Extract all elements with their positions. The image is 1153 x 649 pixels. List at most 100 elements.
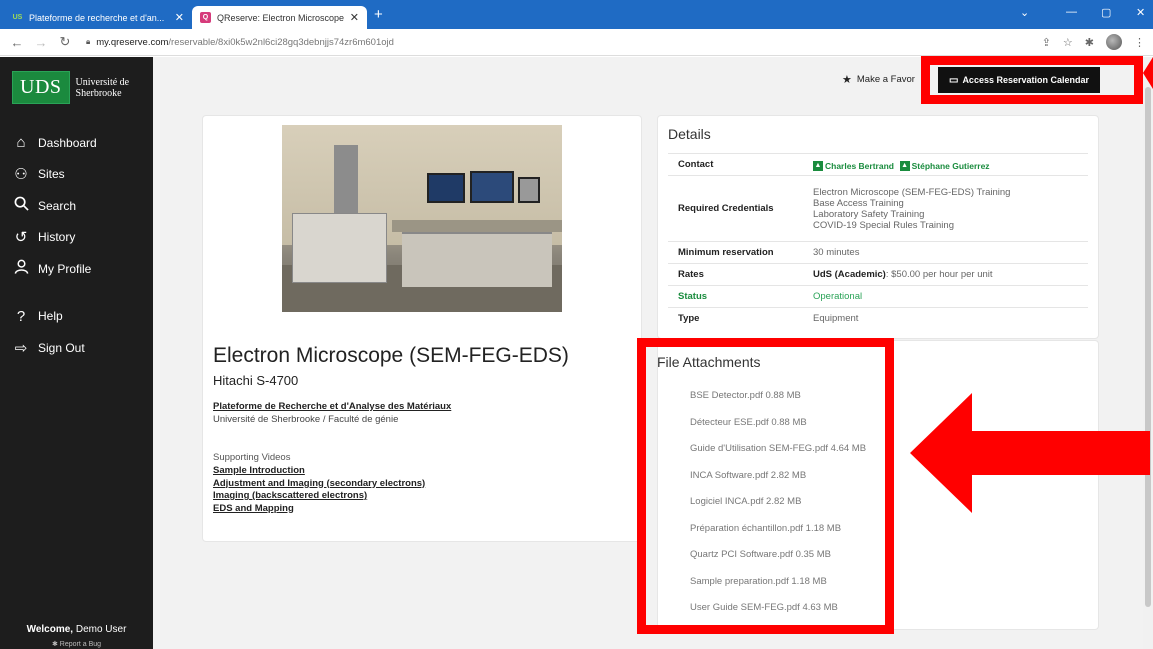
rates-value: UdS (Academic): $50.00 per hour per unit xyxy=(803,263,1088,286)
menu-kebab-icon[interactable]: ⋮ xyxy=(1134,36,1145,49)
tab-search-icon[interactable]: ⌄ xyxy=(1020,6,1029,19)
details-row-status: Status Operational xyxy=(668,285,1088,308)
search-icon xyxy=(12,196,30,215)
contact-link[interactable]: ▲ Stéphane Gutierrez xyxy=(899,160,990,171)
tab-label: Plateforme de recherche et d'an... xyxy=(29,12,165,23)
close-tab-icon[interactable]: ✕ xyxy=(175,11,184,24)
annotation-arrow-icon xyxy=(910,393,1150,513)
logo-mark: UDS xyxy=(12,71,70,104)
minimum-value: 30 minutes xyxy=(803,241,1088,264)
sidebar-item-label: Help xyxy=(38,309,63,324)
rates-amount: : $50.00 per hour per unit xyxy=(885,269,993,280)
url-field[interactable]: 🔒︎ my.qreserve.com/reservable/8xi0k5w2nl… xyxy=(86,37,394,48)
rates-label: Rates xyxy=(668,263,803,286)
report-bug-label: Report a Bug xyxy=(59,641,102,648)
extensions-icon[interactable]: ✱ xyxy=(1085,36,1094,49)
status-label: Status xyxy=(668,285,803,308)
sign-out-icon: ⇨ xyxy=(14,339,28,357)
lock-icon: 🔒︎ xyxy=(86,37,91,46)
make-favorite-button[interactable]: ★ Make a Favor xyxy=(842,73,915,86)
udes-favicon-icon: US xyxy=(12,14,23,21)
photo-monitor xyxy=(427,173,465,203)
sites-icon: ⚇ xyxy=(14,166,28,184)
sidebar-item-search[interactable]: Search xyxy=(0,190,153,222)
scrollbar-thumb[interactable] xyxy=(1145,87,1151,607)
details-table: Contact ▲ Charles Bertrand ▲ Stéphane Guti… xyxy=(668,153,1088,330)
make-favorite-label: Make a Favor xyxy=(856,74,915,85)
credential-item: Laboratory Safety Training xyxy=(813,208,925,220)
sidebar-item-history[interactable]: ↺ History xyxy=(0,222,153,254)
sidebar-item-sign-out[interactable]: ⇨ Sign Out xyxy=(0,332,153,364)
video-link[interactable]: Adjustment and Imaging (secondary electr… xyxy=(213,478,425,491)
video-link[interactable]: EDS and Mapping xyxy=(213,503,425,516)
supporting-videos-heading: Supporting Videos xyxy=(213,452,291,463)
minimum-label: Minimum reservation xyxy=(668,241,803,264)
browser-tab-qreserve[interactable]: Q QReserve: Electron Microscope (... ✕ xyxy=(192,6,367,29)
sidebar-nav: ⌂ Dashboard ⚇ Sites Search ↺ History My … xyxy=(0,127,153,364)
reload-icon[interactable]: ↻ xyxy=(58,34,72,50)
new-tab-icon[interactable]: + xyxy=(374,6,383,23)
udes-logo[interactable]: UDS Université de Sherbrooke xyxy=(12,71,129,104)
bookmark-star-icon[interactable]: ☆ xyxy=(1063,36,1073,49)
logo-line2: Sherbrooke xyxy=(75,87,122,99)
details-row-credentials: Required Credentials Electron Microscope… xyxy=(668,175,1088,242)
sidebar-item-label: Search xyxy=(38,198,77,213)
sidebar-item-label: Sites xyxy=(38,167,65,182)
person-icon: ▲ xyxy=(813,160,823,171)
back-icon[interactable]: ← xyxy=(10,35,24,50)
nav-divider xyxy=(0,285,153,301)
credentials-label: Required Credentials xyxy=(668,175,803,242)
close-window-icon[interactable]: ✕ xyxy=(1136,6,1145,19)
resource-title: Electron Microscope (SEM-FEG-EDS) xyxy=(213,344,569,367)
close-tab-icon[interactable]: ✕ xyxy=(350,11,359,24)
contact-name: Stéphane Gutierrez xyxy=(911,160,990,171)
credential-item: COVID-19 Special Rules Training xyxy=(813,219,954,231)
supporting-videos-list: Sample Introduction Adjustment and Imagi… xyxy=(213,465,425,515)
logo-text: Université de Sherbrooke xyxy=(76,77,130,99)
help-icon: ? xyxy=(16,307,26,325)
platform-link[interactable]: Plateforme de Recherche et d'Analyse des… xyxy=(213,401,451,412)
annotation-arrow-small-icon xyxy=(1143,57,1153,89)
details-row-type: Type Equipment xyxy=(668,307,1088,330)
url-path: /reservable/8xi0k5w2nl6ci28gq3debnjjs74z… xyxy=(168,36,394,48)
browser-tab-platform[interactable]: US Plateforme de recherche et d'an... ✕ xyxy=(4,6,192,29)
photo-microscope-column xyxy=(334,145,358,215)
sidebar-item-my-profile[interactable]: My Profile xyxy=(0,253,153,285)
sidebar-item-sites[interactable]: ⚇ Sites xyxy=(0,159,153,191)
sidebar-item-label: Sign Out xyxy=(38,340,85,355)
minimize-icon[interactable]: — xyxy=(1066,6,1077,18)
details-row-rates: Rates UdS (Academic): $50.00 per hour pe… xyxy=(668,263,1088,286)
status-value: Operational xyxy=(803,285,1088,308)
sidebar-item-label: My Profile xyxy=(38,261,92,276)
sidebar-item-label: History xyxy=(38,230,76,245)
rates-tier: UdS (Academic) xyxy=(813,269,886,280)
video-link[interactable]: Imaging (backscattered electrons) xyxy=(213,490,425,503)
video-link[interactable]: Sample Introduction xyxy=(213,465,425,478)
qreserve-favicon-icon: Q xyxy=(200,12,211,23)
page-scrollbar[interactable] xyxy=(1143,57,1153,649)
credentials-value: Electron Microscope (SEM-FEG-EDS) Traini… xyxy=(803,175,1088,242)
bug-icon: ✱ xyxy=(51,641,58,648)
sidebar-item-help[interactable]: ? Help xyxy=(0,301,153,333)
credential-item: Electron Microscope (SEM-FEG-EDS) Traini… xyxy=(813,186,1011,198)
browser-tab-bar: US Plateforme de recherche et d'an... ✕ … xyxy=(0,0,1153,29)
sidebar: UDS Université de Sherbrooke ⌂ Dashboard… xyxy=(0,57,153,649)
contact-link[interactable]: ▲ Charles Bertrand xyxy=(813,160,894,171)
report-bug-link[interactable]: ✱ Report a Bug xyxy=(0,640,153,648)
share-icon[interactable]: ⇪ xyxy=(1042,36,1051,49)
type-value: Equipment xyxy=(803,307,1088,330)
logo-line1: Université de xyxy=(75,76,130,88)
sidebar-item-dashboard[interactable]: ⌂ Dashboard xyxy=(0,127,153,159)
browser-toolbar: ⇪ ☆ ✱ ⋮ xyxy=(1042,34,1145,50)
photo-desk-body xyxy=(402,232,552,287)
resource-model: Hitachi S-4700 xyxy=(213,373,299,388)
highlight-box-calendar xyxy=(921,56,1143,104)
forward-icon[interactable]: → xyxy=(34,35,48,50)
photo-monitor xyxy=(470,171,514,203)
photo-microscope-cabinet xyxy=(292,213,387,283)
profile-icon xyxy=(12,259,30,278)
maximize-icon[interactable]: ▢ xyxy=(1101,6,1111,19)
affiliation: Université de Sherbrooke / Faculté de gé… xyxy=(213,414,399,425)
type-label: Type xyxy=(668,307,803,330)
profile-avatar[interactable] xyxy=(1106,34,1122,50)
